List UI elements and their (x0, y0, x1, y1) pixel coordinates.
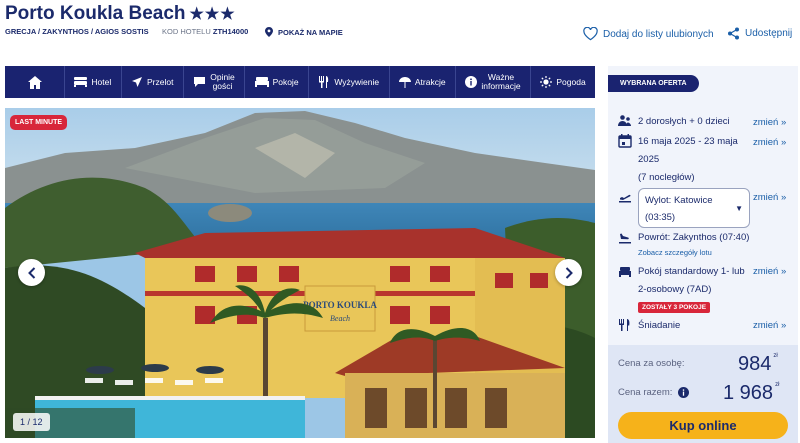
nav-reviews-line2: gości (212, 81, 233, 91)
plane-icon (131, 77, 142, 87)
price-box: Cena za osobę: 984 zł Cena razem: 1 968 zł… (608, 345, 798, 443)
hotel-nav-bar: Hotel Przelot Opinie gości Pokoje Wyżywie… (5, 66, 595, 98)
nav-flight-label: Przelot (146, 77, 174, 87)
hotel-code: KOD HOTELU ZTH14000 (162, 27, 248, 36)
bed-icon (254, 77, 269, 87)
plane-departure-icon (619, 194, 631, 203)
nav-reviews[interactable]: Opinie gości (184, 66, 246, 98)
nav-reviews-label: Opinie gości (210, 73, 235, 91)
nav-rooms[interactable]: Pokoje (245, 66, 309, 98)
offer-board: Śniadanie (638, 320, 681, 331)
people-icon (618, 115, 631, 126)
hotel-bed-icon (74, 77, 88, 87)
price-total-label: Cena razem: (618, 387, 673, 398)
currency-label: zł (773, 353, 778, 359)
hotel-code-value: ZTH14000 (212, 27, 249, 36)
nav-important-info-label: Ważne informacje (481, 73, 520, 91)
change-room-link[interactable]: zmień » (753, 263, 786, 281)
nav-important-info[interactable]: Ważne informacje (456, 66, 531, 98)
last-minute-badge: LAST MINUTE (10, 115, 68, 130)
flight-details-link[interactable]: Zobacz szczegóły lotu (638, 248, 712, 257)
departure-select[interactable]: Wylot: Katowice (03:35) ▼ (638, 188, 750, 228)
change-guests-link[interactable]: zmień » (753, 114, 786, 132)
breadcrumb[interactable]: GRECJA / ZAKYNTHOS / AGIOS SOSTIS (5, 27, 149, 36)
price-per-person-label: Cena za osobę: (618, 358, 685, 369)
nav-hotel[interactable]: Hotel (65, 66, 122, 98)
hotel-title: Porto Koukla Beach ★★★ (5, 3, 236, 25)
nav-home[interactable] (5, 66, 65, 98)
calendar-icon (618, 134, 632, 148)
currency-label: zł (775, 382, 780, 388)
cutlery-icon (619, 319, 630, 331)
price-total: 1 968 zł (723, 382, 779, 405)
nav-flight[interactable]: Przelot (122, 66, 184, 98)
price-total-label-wrap: Cena razem: (618, 387, 690, 398)
offer-dates-line2: 2025 (638, 154, 660, 165)
rooms-left-badge: ZOSTAŁY 3 POKOJE (638, 302, 711, 313)
speech-bubble-icon (194, 77, 206, 87)
nav-weather-label: Pogoda (556, 77, 586, 87)
nav-info-line2: informacje (481, 81, 521, 91)
home-icon (27, 75, 42, 89)
chevron-right-icon (565, 266, 573, 279)
chevron-left-icon (27, 266, 35, 279)
sun-icon (540, 76, 553, 88)
show-on-map-link[interactable]: POKAŻ NA MAPIE (265, 27, 343, 37)
cutlery-icon (319, 76, 329, 88)
nav-hotel-label: Hotel (91, 77, 112, 87)
departure-select-line2: (03:35) (645, 212, 676, 223)
nav-attractions[interactable]: Atrakcje (390, 66, 456, 98)
add-to-favorites-button[interactable]: Dodaj do listy ulubionych (583, 27, 714, 41)
map-pin-icon (265, 27, 273, 37)
hotel-code-label: KOD HOTELU (162, 27, 211, 36)
info-icon[interactable] (678, 387, 690, 398)
add-to-favorites-label: Dodaj do listy ulubionych (603, 28, 714, 40)
hotel-photo: PORTO KOUKLA Beach (5, 108, 595, 438)
change-board-link[interactable]: zmień » (753, 317, 786, 335)
plane-arrival-icon (619, 233, 631, 244)
hotel-stars: ★★★ (189, 6, 236, 23)
buy-online-button[interactable]: Kup online (618, 412, 788, 439)
change-departure-link[interactable]: zmień » (753, 189, 786, 207)
bed-icon (619, 267, 631, 277)
gallery-counter: 1 / 12 (13, 413, 50, 431)
offer-room-line2: 2-osobowy (7AD) (638, 284, 712, 295)
hotel-header: Porto Koukla Beach ★★★ GRECJA / ZAKYNTHOS… (0, 0, 800, 64)
price-per-person-value: 984 (738, 353, 772, 375)
selected-offer-heading: WYBRANA OFERTA (608, 75, 699, 92)
offer-return: Powrót: Zakynthos (07:40) (638, 232, 750, 243)
price-per-person: 984 zł (738, 353, 778, 376)
nav-food[interactable]: Wyżywienie (309, 66, 390, 98)
share-button[interactable]: Udostępnij (727, 27, 792, 40)
nav-attractions-label: Atrakcje (414, 77, 446, 87)
caret-down-icon: ▼ (735, 204, 743, 213)
hotel-sign-text-2: Beach (330, 314, 350, 323)
heart-icon (583, 27, 598, 41)
nav-food-label: Wyżywienie (334, 77, 380, 87)
offer-guests: 2 dorosłych + 0 dzieci (638, 116, 730, 127)
share-label: Udostępnij (745, 28, 793, 39)
offer-room-line1: Pokój standardowy 1- lub (638, 266, 745, 277)
offer-panel: WYBRANA OFERTA 2 dorosłych + 0 dzieci zm… (608, 66, 798, 443)
hotel-name: Porto Koukla Beach (5, 3, 186, 24)
info-icon (465, 76, 478, 88)
offer-nights: (7 nocległów) (638, 172, 695, 183)
show-on-map-label: POKAŻ NA MAPIE (278, 27, 343, 37)
gallery-prev-button[interactable] (18, 259, 45, 286)
departure-select-line1: Wylot: Katowice (645, 195, 713, 206)
nav-weather[interactable]: Pogoda (531, 66, 595, 98)
offer-dates-line1: 16 maja 2025 - 23 maja (638, 136, 738, 147)
price-total-value: 1 968 (723, 382, 774, 404)
share-icon (728, 27, 739, 40)
gallery-next-button[interactable] (555, 259, 582, 286)
nav-rooms-label: Pokoje (272, 77, 299, 87)
hotel-photo-gallery[interactable]: PORTO KOUKLA Beach LAST MINUTE 1 / 12 (5, 108, 595, 438)
attractions-icon (398, 76, 411, 88)
change-dates-link[interactable]: zmień » (753, 134, 786, 152)
